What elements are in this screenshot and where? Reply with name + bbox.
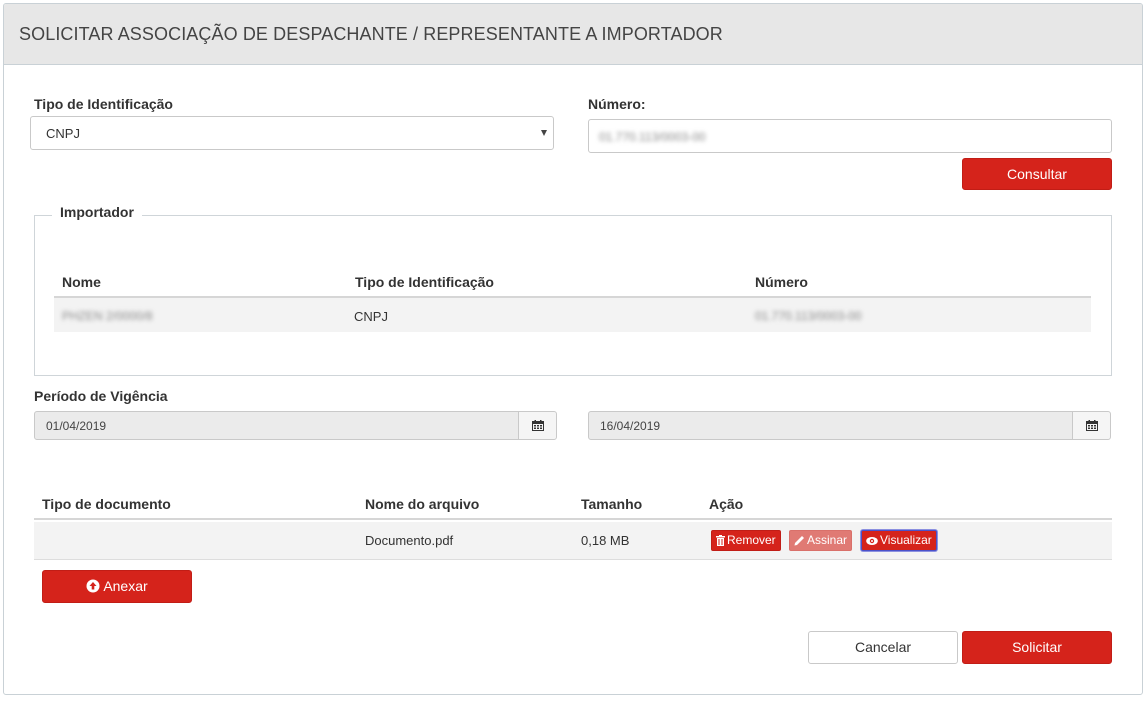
- doc-filename-value: Documento.pdf: [365, 533, 454, 548]
- importer-col-number: Número: [755, 274, 808, 290]
- remove-button[interactable]: Remover: [711, 530, 781, 551]
- importer-col-type: Tipo de Identificação: [355, 274, 494, 290]
- importer-type-value: CNPJ: [354, 309, 388, 324]
- number-value: 01.770.113/0003-00: [599, 130, 706, 144]
- identification-type-value: CNPJ: [46, 126, 80, 141]
- doc-col-type: Tipo de documento: [42, 496, 171, 512]
- chevron-down-icon: [541, 130, 547, 136]
- doc-col-filename: Nome do arquivo: [365, 496, 480, 512]
- sign-button-label: Assinar: [807, 533, 848, 547]
- pencil-icon: [794, 536, 804, 546]
- start-date-value: 01/04/2019: [46, 419, 107, 433]
- identification-type-select[interactable]: CNPJ: [30, 116, 554, 150]
- importer-name-value: PHZEN 2/0000/8: [62, 309, 153, 323]
- eye-icon: [866, 537, 878, 545]
- identification-type-label: Tipo de Identificação: [34, 96, 173, 112]
- view-button[interactable]: Visualizar: [861, 530, 937, 551]
- page-title: SOLICITAR ASSOCIAÇÃO DE DESPACHANTE / RE…: [19, 24, 723, 44]
- remove-button-label: Remover: [727, 533, 776, 547]
- validity-label: Período de Vigência: [34, 388, 168, 404]
- panel-header: SOLICITAR ASSOCIAÇÃO DE DESPACHANTE / RE…: [4, 4, 1142, 65]
- table-row: PHZEN 2/0000/8 CNPJ 01.770.113/0003-00: [54, 298, 1091, 332]
- cancel-button[interactable]: Cancelar: [808, 631, 958, 664]
- doc-col-size: Tamanho: [581, 496, 643, 512]
- importer-table-header: Nome Tipo de Identificação Número: [54, 262, 1091, 298]
- number-input[interactable]: 01.770.113/0003-00: [588, 119, 1112, 153]
- attach-button-label: Anexar: [103, 578, 148, 594]
- end-date-input[interactable]: 16/04/2019: [588, 411, 1073, 440]
- documents-table-header: Tipo de documento Nome do arquivo Tamanh…: [34, 484, 1112, 520]
- view-button-label: Visualizar: [880, 533, 932, 547]
- trash-icon: [716, 535, 725, 546]
- importer-legend: Importador: [52, 204, 142, 220]
- submit-button[interactable]: Solicitar: [962, 631, 1112, 664]
- importer-number-value: 01.770.113/0003-00: [755, 309, 862, 323]
- end-date-calendar-button[interactable]: [1072, 411, 1111, 440]
- calendar-icon: [532, 420, 544, 431]
- doc-size-value: 0,18 MB: [581, 533, 630, 548]
- number-label: Número:: [588, 96, 646, 112]
- calendar-icon: [1086, 420, 1098, 431]
- start-date-input[interactable]: 01/04/2019: [34, 411, 519, 440]
- table-row: Documento.pdf 0,18 MB: [34, 522, 1112, 560]
- upload-icon: [86, 579, 100, 593]
- attach-button[interactable]: Anexar: [42, 570, 192, 603]
- sign-button[interactable]: Assinar: [789, 530, 853, 551]
- start-date-calendar-button[interactable]: [518, 411, 557, 440]
- doc-col-action: Ação: [709, 496, 744, 512]
- consult-button[interactable]: Consultar: [962, 158, 1112, 190]
- importer-col-name: Nome: [62, 274, 101, 290]
- end-date-value: 16/04/2019: [600, 419, 661, 433]
